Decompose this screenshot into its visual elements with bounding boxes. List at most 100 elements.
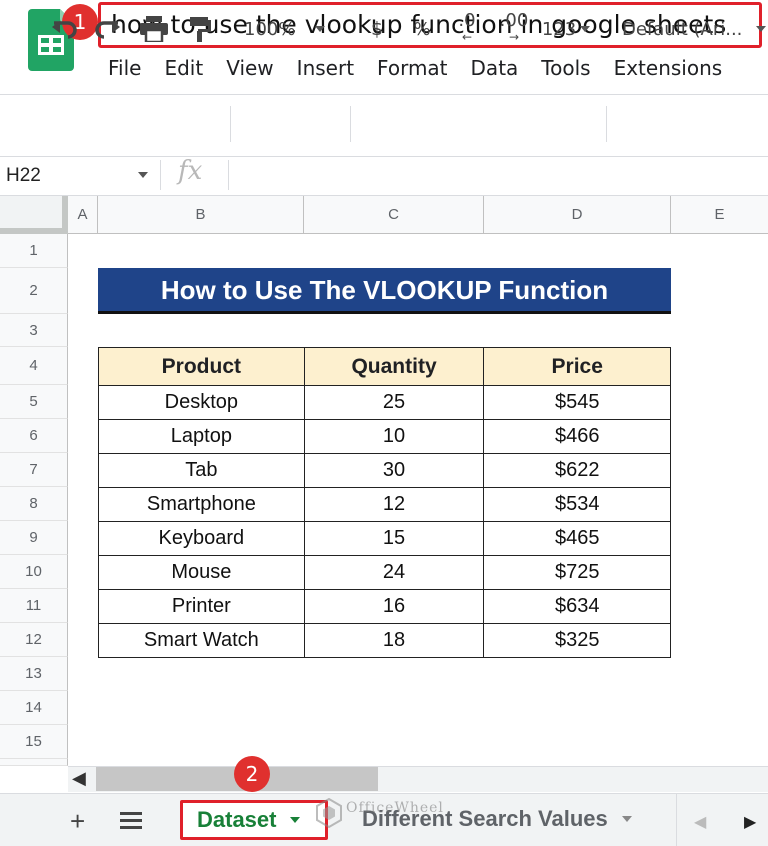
chevron-down-icon[interactable] (290, 817, 301, 823)
tab-scroll-right-icon[interactable]: ▶ (744, 812, 756, 832)
row-header-5[interactable]: 5 (0, 385, 68, 419)
menu-extensions[interactable]: Extensions (614, 56, 723, 80)
cell-product[interactable]: Printer (98, 589, 305, 624)
cell-quantity[interactable]: 25 (303, 385, 485, 420)
cell-price[interactable]: $466 (483, 419, 671, 454)
cell-quantity[interactable]: 16 (303, 589, 485, 624)
row-header-8[interactable]: 8 (0, 487, 68, 521)
menu-tools[interactable]: Tools (541, 56, 590, 80)
toolbar-divider (230, 106, 231, 142)
increase-decimal-button[interactable]: .00 → (494, 12, 534, 46)
sheet-tab-dataset[interactable]: Dataset (180, 800, 328, 840)
row-header-2[interactable]: 2 (0, 268, 68, 314)
menu-view[interactable]: View (226, 56, 273, 80)
chevron-down-icon[interactable] (138, 172, 148, 178)
column-header-d[interactable]: D (484, 196, 671, 234)
increase-decimal-label: .00 (499, 10, 529, 31)
cell-product[interactable]: Laptop (98, 419, 305, 454)
watermark-text: OfficeWheel (346, 800, 444, 816)
decrease-decimal-label: .0 (458, 10, 476, 31)
row-header-4[interactable]: 4 (0, 347, 68, 385)
cell-product[interactable]: Desktop (98, 385, 305, 420)
header-quantity[interactable]: Quantity (303, 347, 485, 386)
table-row: Desktop 25 $545 (98, 385, 671, 420)
header-product[interactable]: Product (98, 347, 305, 386)
row-header-16[interactable] (0, 759, 68, 766)
cell-price[interactable]: $634 (483, 589, 671, 624)
row-header-1[interactable]: 1 (0, 234, 68, 268)
table-row: Smartphone 12 $534 (98, 487, 671, 522)
name-box[interactable]: H22 (0, 158, 156, 194)
cell-quantity[interactable]: 30 (303, 453, 485, 488)
officewheel-logo-icon (316, 798, 342, 828)
column-header-c[interactable]: C (304, 196, 484, 234)
column-header-a[interactable]: A (68, 196, 98, 234)
chevron-down-icon[interactable] (621, 816, 632, 822)
header-divider (0, 94, 768, 95)
sheet-tab-label: Dataset (197, 807, 277, 832)
paint-format-button[interactable] (184, 12, 216, 46)
column-header-b[interactable]: B (98, 196, 304, 234)
sheet-title-banner[interactable]: How to Use The VLOOKUP Function (98, 268, 671, 314)
row-header-7[interactable]: 7 (0, 453, 68, 487)
row-header-12[interactable]: 12 (0, 623, 68, 657)
cell-price[interactable]: $545 (483, 385, 671, 420)
decrease-decimal-button[interactable]: .0 ← (450, 12, 484, 46)
cell-price[interactable]: $725 (483, 555, 671, 590)
percent-format-button[interactable]: % (408, 12, 436, 46)
formula-input[interactable] (232, 158, 768, 194)
cell-price[interactable]: $622 (483, 453, 671, 488)
print-button[interactable] (138, 12, 170, 46)
cell-quantity[interactable]: 10 (303, 419, 485, 454)
row-header-6[interactable]: 6 (0, 419, 68, 453)
menu-insert[interactable]: Insert (297, 56, 354, 80)
cell-price[interactable]: $534 (483, 487, 671, 522)
add-sheet-icon[interactable]: + (70, 808, 85, 834)
redo-icon (95, 21, 120, 39)
number-format-label: 123 (541, 18, 577, 40)
number-format-select[interactable]: 123 (538, 12, 594, 46)
row-header-9[interactable]: 9 (0, 521, 68, 555)
menu-data[interactable]: Data (471, 56, 519, 80)
zoom-select[interactable]: 100% (244, 12, 340, 46)
all-sheets-menu-icon[interactable] (120, 812, 142, 835)
print-icon (140, 16, 168, 42)
cell-product[interactable]: Smart Watch (98, 623, 305, 658)
redo-button[interactable] (92, 12, 124, 46)
cell-product[interactable]: Tab (98, 453, 305, 488)
chevron-down-icon (580, 26, 591, 32)
undo-button[interactable] (48, 12, 80, 46)
header-price[interactable]: Price (483, 347, 671, 386)
menu-file[interactable]: File (108, 56, 141, 80)
table-row: Laptop 10 $466 (98, 419, 671, 454)
tab-divider (676, 794, 677, 846)
cell-quantity[interactable]: 18 (303, 623, 485, 658)
menu-edit[interactable]: Edit (164, 56, 203, 80)
arrow-left-icon: ← (461, 30, 473, 44)
currency-format-button[interactable]: $ (364, 12, 390, 46)
row-header-14[interactable]: 14 (0, 691, 68, 725)
officewheel-watermark: OfficeWheel (316, 792, 456, 832)
cell-product[interactable]: Keyboard (98, 521, 305, 556)
table-row: Keyboard 15 $465 (98, 521, 671, 556)
font-family-select[interactable]: Default (Ari... (622, 12, 768, 46)
column-header-e[interactable]: E (671, 196, 768, 234)
formula-divider (228, 160, 229, 190)
cell-price[interactable]: $465 (483, 521, 671, 556)
row-header-10[interactable]: 10 (0, 555, 68, 589)
cell-quantity[interactable]: 12 (303, 487, 485, 522)
cell-product[interactable]: Smartphone (98, 487, 305, 522)
cell-price[interactable]: $325 (483, 623, 671, 658)
tab-scroll-left-icon[interactable]: ◀ (694, 812, 706, 832)
scroll-left-icon[interactable]: ◀ (72, 768, 86, 789)
row-header-3[interactable]: 3 (0, 314, 68, 347)
cell-quantity[interactable]: 15 (303, 521, 485, 556)
cell-quantity[interactable]: 24 (303, 555, 485, 590)
row-header-11[interactable]: 11 (0, 589, 68, 623)
formula-divider (160, 160, 161, 190)
menu-format[interactable]: Format (377, 56, 447, 80)
fx-icon: fx (178, 156, 203, 186)
row-header-15[interactable]: 15 (0, 725, 68, 759)
cell-product[interactable]: Mouse (98, 555, 305, 590)
row-header-13[interactable]: 13 (0, 657, 68, 691)
